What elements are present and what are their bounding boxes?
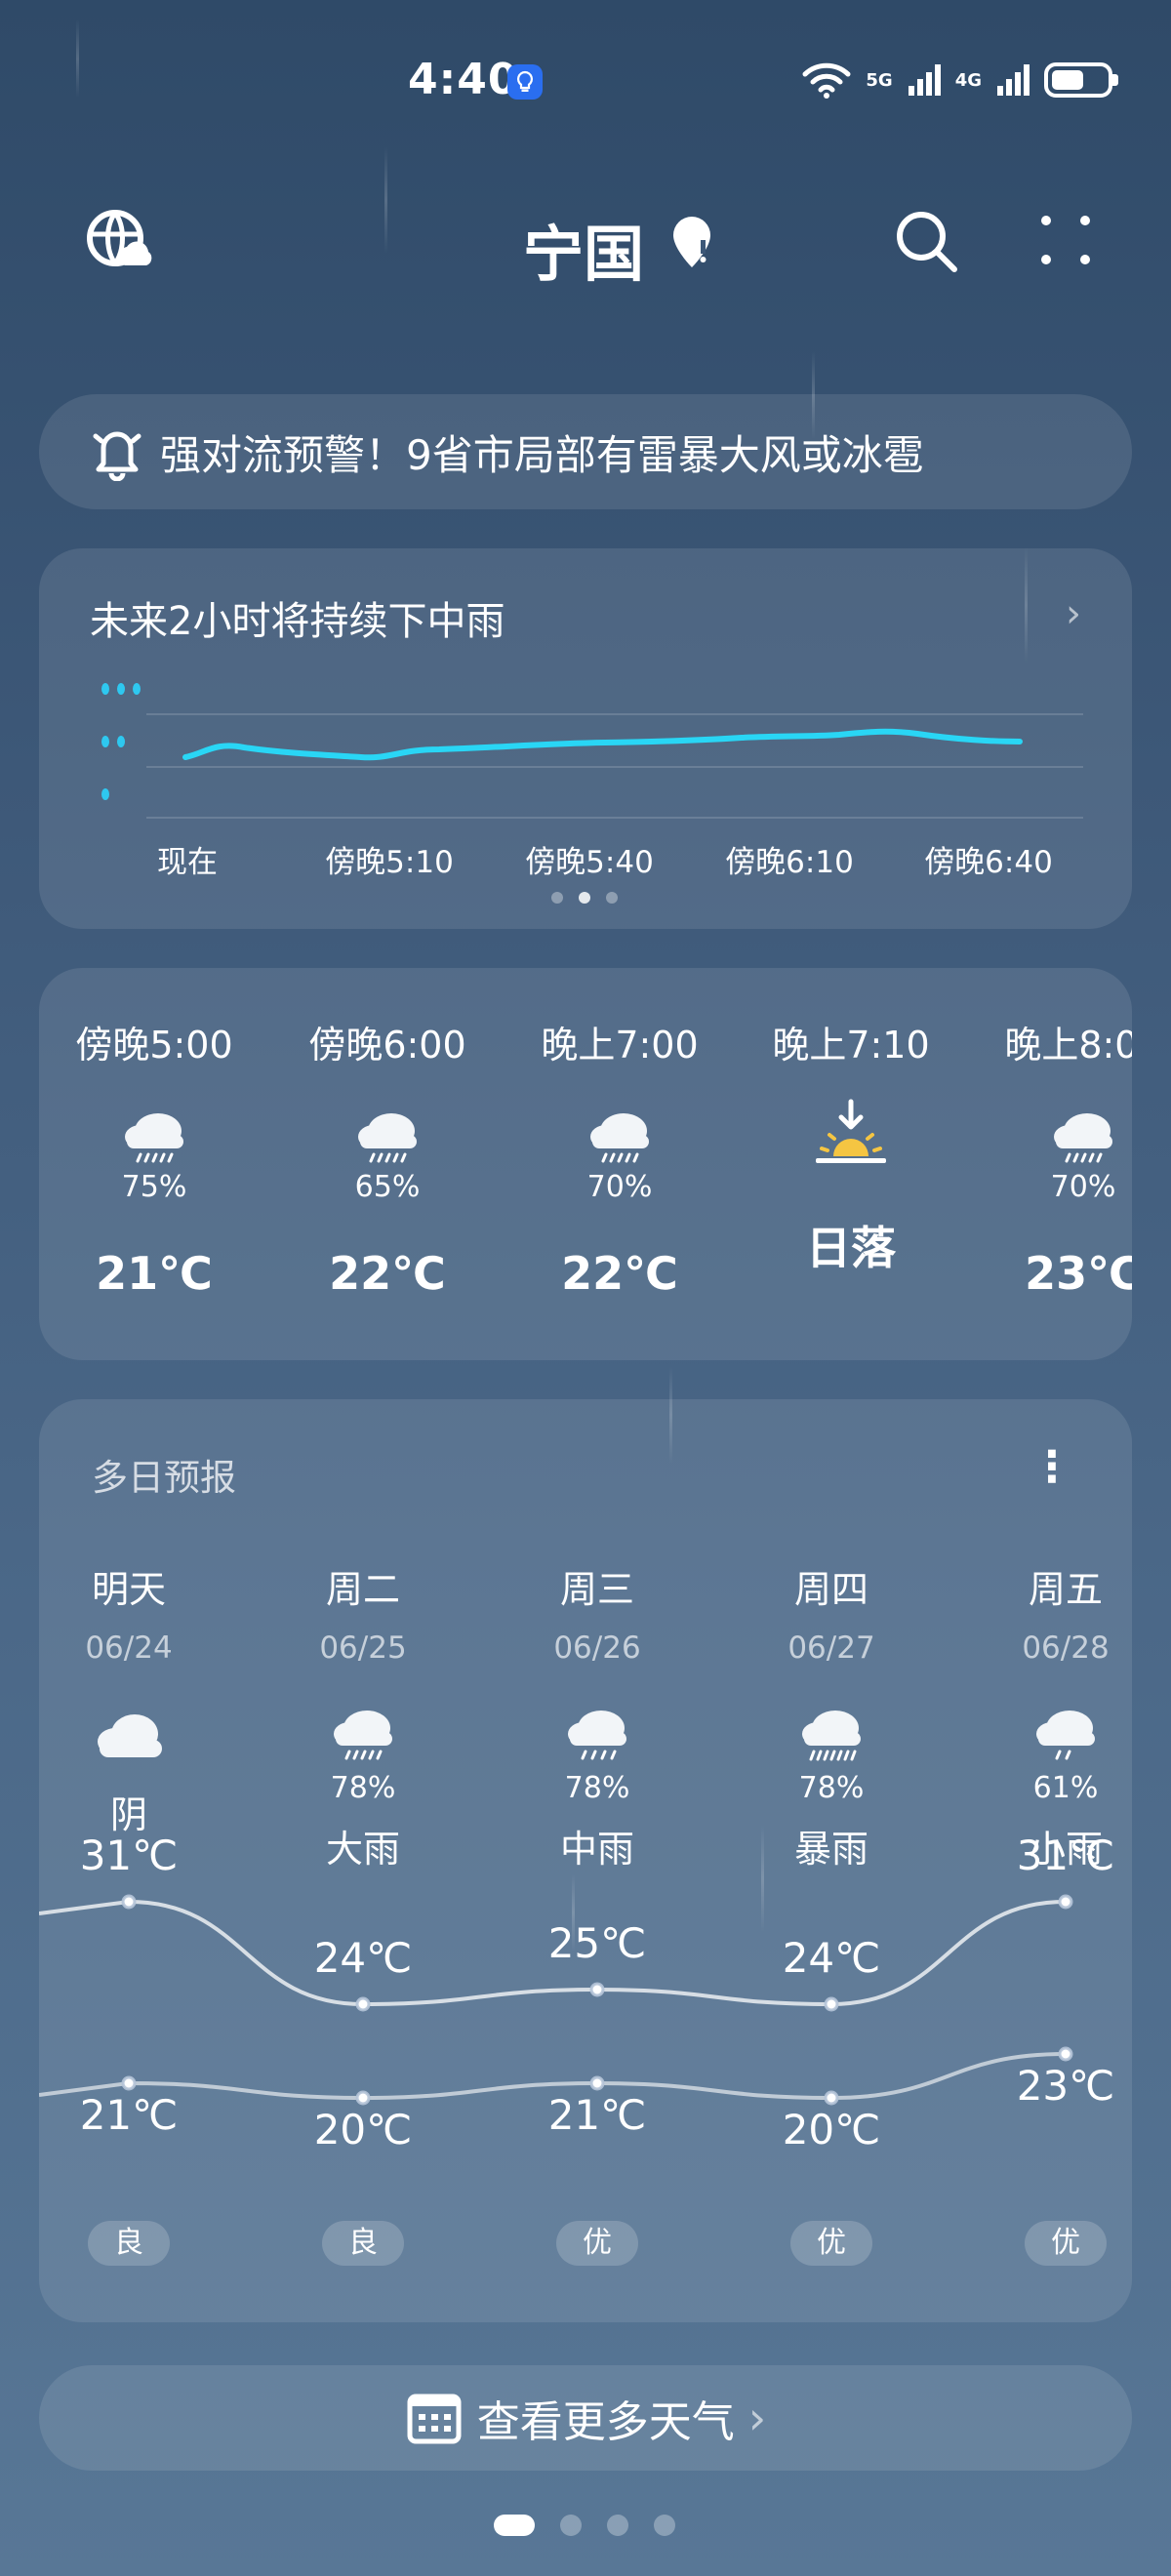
high-temp-label: 31℃ — [79, 1831, 179, 1879]
air-quality-badge: 优 — [1025, 2221, 1107, 2266]
temperature-curves — [39, 1894, 1073, 2106]
high-temp-point — [824, 1996, 839, 2012]
low-temp-point — [589, 2075, 605, 2091]
hourly-temp: 23℃ — [1025, 1247, 1132, 1300]
rain-cloud-icon — [590, 1113, 649, 1163]
high-temp-point — [355, 1996, 371, 2012]
air-quality-badge: 良 — [88, 2221, 170, 2266]
sunset-icon — [816, 1099, 886, 1163]
hourly-time: 傍晚6:00 — [308, 1024, 466, 1067]
hourly-time: 晚上8:00 — [1004, 1024, 1132, 1067]
hourly-precip: 70% — [1050, 1170, 1116, 1204]
alert-text: 强对流预警！9省市局部有雷暴大风或冰雹 — [160, 430, 924, 479]
high-temp-label: 25℃ — [547, 1919, 647, 1967]
status-time: 4:40 — [408, 55, 519, 104]
hourly-precip: 65% — [354, 1170, 421, 1204]
high-temp-point — [589, 1982, 605, 1997]
hourly-item[interactable]: 傍晚6:00 65% 22℃ — [280, 1015, 495, 1300]
rain-cloud-icon — [125, 1113, 183, 1163]
battery-icon — [1044, 62, 1118, 98]
chevron-right-icon: › — [747, 2392, 767, 2444]
low-temp-point — [1058, 2046, 1073, 2062]
rain-cloud-icon — [1054, 1113, 1112, 1163]
precip-time-label: 傍晚6:40 — [924, 845, 1053, 880]
air-quality-badge: 良 — [322, 2221, 404, 2266]
hourly-temp: 22℃ — [561, 1247, 678, 1300]
hourly-item[interactable]: 晚上7:10 日落 — [744, 1015, 958, 1277]
hourly-time: 傍晚5:00 — [75, 1024, 233, 1067]
high-temp-label: 31℃ — [1016, 1831, 1115, 1879]
hourly-item[interactable]: 晚上8:00 70% 23℃ — [976, 1015, 1132, 1300]
low-temp-label: 21℃ — [79, 2091, 179, 2139]
see-more-label: 查看更多天气 — [476, 2397, 735, 2447]
see-more-weather-button[interactable]: 查看更多天气 › — [39, 2365, 1132, 2471]
hourly-temp: 日落 — [806, 1222, 896, 1274]
globe-weather-icon[interactable] — [82, 205, 156, 279]
precip-time-label: 傍晚5:40 — [525, 845, 654, 880]
hourly-forecast-card[interactable]: 傍晚5:00 75% 21℃ 傍晚6:00 65% 22℃ 晚上7:00 70%… — [39, 968, 1132, 1360]
daily-forecast-card[interactable]: 多日预报 ⋮ 明天 06/24 阴 周二 06/25 78% 大雨 周三 06/… — [39, 1399, 1132, 2322]
precip-time-label: 现在 — [157, 845, 218, 880]
low-temp-label: 20℃ — [313, 2106, 413, 2153]
wifi-icon — [802, 62, 851, 99]
calendar-icon — [407, 2394, 462, 2444]
network-type-1: 5G — [866, 69, 893, 91]
search-icon[interactable] — [890, 205, 964, 279]
hourly-temp: 22℃ — [329, 1247, 446, 1300]
hourly-item[interactable]: 傍晚5:00 75% 21℃ — [47, 1015, 262, 1300]
low-temp-label: 20℃ — [782, 2106, 881, 2153]
status-indicators: 5G 4G — [801, 60, 1118, 100]
weather-alert-banner[interactable]: 强对流预警！9省市局部有雷暴大风或冰雹 — [39, 394, 1132, 509]
precip-time-label: 傍晚5:10 — [325, 845, 454, 880]
precipitation-line — [182, 728, 1023, 761]
network-type-2: 4G — [954, 69, 982, 91]
more-grid-icon[interactable] — [1030, 205, 1105, 279]
precip-page-dots — [551, 892, 618, 904]
hourly-precip: 70% — [586, 1170, 653, 1204]
low-temp-label: 23℃ — [1016, 2062, 1115, 2110]
hourly-time: 晚上7:10 — [772, 1024, 930, 1067]
low-temp-label: 21℃ — [547, 2091, 647, 2139]
high-temp-label: 24℃ — [313, 1934, 413, 1982]
signal-icon — [997, 64, 1030, 96]
high-temp-point — [1058, 1894, 1073, 1910]
bell-alert-icon — [93, 431, 141, 481]
precipitation-card[interactable]: 未来2小时将持续下中雨 › 现在 傍晚5:10 傍晚5:40 傍晚6:10 傍晚… — [39, 548, 1132, 929]
low-temp-point — [121, 2075, 137, 2091]
status-bar: 4:40 5G 4G — [0, 0, 1171, 166]
city-name[interactable]: 宁国 — [523, 205, 644, 293]
hourly-time: 晚上7:00 — [541, 1024, 699, 1067]
high-temp-point — [121, 1894, 137, 1910]
high-temp-label: 24℃ — [782, 1934, 881, 1982]
rain-cloud-icon — [358, 1113, 417, 1163]
precip-time-label: 傍晚6:10 — [725, 845, 854, 880]
low-temp-point — [355, 2090, 371, 2106]
hourly-temp: 21℃ — [96, 1247, 213, 1300]
air-quality-badge: 优 — [790, 2221, 872, 2266]
signal-icon — [908, 64, 941, 96]
low-temp-point — [824, 2090, 839, 2106]
bulb-icon — [507, 64, 543, 100]
page-indicator — [494, 2515, 675, 2536]
location-pin-icon[interactable] — [667, 213, 716, 271]
air-quality-badge: 优 — [556, 2221, 638, 2266]
hourly-precip: 75% — [121, 1170, 187, 1204]
hourly-item[interactable]: 晚上7:00 70% 22℃ — [512, 1015, 727, 1300]
intensity-scale-icon — [101, 683, 141, 800]
